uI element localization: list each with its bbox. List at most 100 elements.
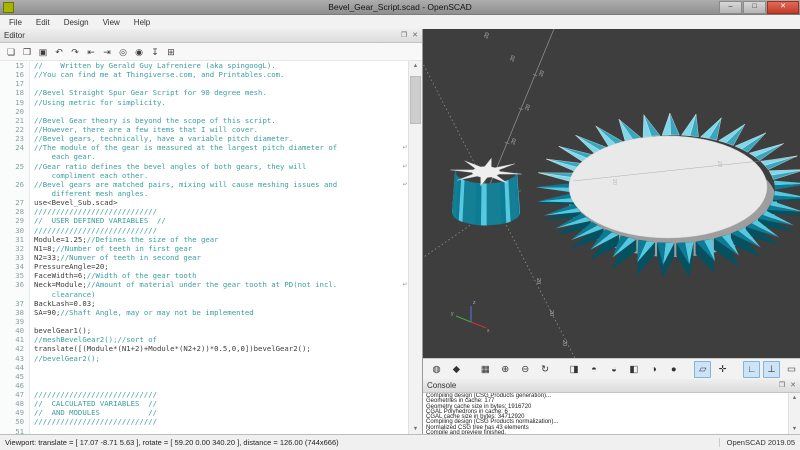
viewport-status-text: Viewport: translate = [ 17.07 -8.71 5.63… (5, 438, 339, 447)
line-number: 16 (0, 70, 30, 79)
new-file-icon[interactable]: ❏ (4, 45, 18, 59)
code-row: 20 (0, 107, 409, 116)
console-panel: Console ❐ ✕ ▲ ▼ Compiling design (CSG Pr… (423, 379, 800, 435)
export-stl-icon[interactable]: ↧ (148, 45, 162, 59)
code-row: 15// Written by Gerald Guy Lafreniere (a… (0, 61, 409, 70)
code-row: 46 (0, 381, 409, 390)
code-row: 24//The module of the gear is measured a… (0, 143, 409, 152)
view-bottom-icon[interactable]: ◒ (606, 361, 623, 378)
indent-icon[interactable]: ⇥ (100, 45, 114, 59)
code-editor[interactable]: 15// Written by Gerald Guy Lafreniere (a… (0, 61, 422, 435)
zoom-in-icon[interactable]: ⊕ (497, 361, 514, 378)
code-row: 48// CALCULATED VARIABLES // (0, 399, 409, 408)
line-number: 37 (0, 299, 30, 308)
view-right-icon[interactable]: ◨ (566, 361, 583, 378)
editor-close-icon[interactable]: ✕ (412, 30, 418, 41)
code-row: 40bevelGear1(); (0, 326, 409, 335)
console-body: ▲ ▼ Compiling design (CSG Products gener… (423, 393, 800, 435)
code-row: 41//meshBevelGear2();//sort of (0, 335, 409, 344)
status-bar: Viewport: translate = [ 17.07 -8.71 5.63… (0, 434, 800, 450)
preview-icon[interactable]: ◍ (428, 361, 445, 378)
show-crosshairs-icon[interactable]: ✛ (714, 361, 731, 378)
console-scrollbar[interactable]: ▲ ▼ (788, 393, 800, 435)
close-button[interactable]: ✕ (767, 1, 799, 14)
code-row: each gear. (0, 152, 409, 161)
line-number: 45 (0, 372, 30, 381)
save-file-icon[interactable]: ▣ (36, 45, 50, 59)
line-number: 24 (0, 143, 30, 152)
console-scroll-up-icon[interactable]: ▲ (789, 393, 800, 404)
maximize-button[interactable]: □ (743, 1, 766, 14)
view-left-icon[interactable]: ◧ (625, 361, 642, 378)
line-number: 42 (0, 344, 30, 353)
line-number: 17 (0, 79, 30, 88)
line-number: 30 (0, 226, 30, 235)
code-row: 18//Bevel Straight Spur Gear Script for … (0, 88, 409, 97)
line-number: 29 (0, 216, 30, 225)
wrap-marker-icon: ↩ (403, 162, 407, 171)
editor-panel-title: Editor (4, 31, 25, 40)
code-row: 50//////////////////////////// (0, 417, 409, 426)
render-icon[interactable]: ◆ (448, 361, 465, 378)
menu-edit[interactable]: Edit (29, 17, 57, 28)
show-edges-icon[interactable]: ▱ (694, 361, 711, 378)
render-icon[interactable]: ◉ (132, 45, 146, 59)
view-back-icon[interactable]: ● (665, 361, 682, 378)
menu-view[interactable]: View (96, 17, 127, 28)
menu-help[interactable]: Help (127, 17, 157, 28)
line-number: 36 (0, 280, 30, 289)
editor-float-icon[interactable]: ❐ (401, 30, 407, 41)
view-front-icon[interactable]: ◑ (645, 361, 662, 378)
code-row: 17 (0, 79, 409, 88)
console-close-icon[interactable]: ✕ (790, 380, 796, 391)
line-number: 18 (0, 88, 30, 97)
zoom-out-icon[interactable]: ⊖ (517, 361, 534, 378)
openscad-window: Bevel_Gear_Script.scad - OpenSCAD – □ ✕ … (0, 0, 800, 450)
line-number: 25 (0, 162, 30, 171)
send-to-printer-icon[interactable]: ⊞ (164, 45, 178, 59)
window-title: Bevel_Gear_Script.scad - OpenSCAD (0, 2, 800, 12)
code-row: 22//However, there are a few items that … (0, 125, 409, 134)
editor-panel: Editor ❐ ✕ ❏❒▣↶↷⇤⇥◎◉↧⊞ 15// Written by G… (0, 29, 423, 435)
code-row: clearance) (0, 290, 409, 299)
preview-3d-icon[interactable]: ◎ (116, 45, 130, 59)
view-top-icon[interactable]: ◓ (586, 361, 603, 378)
redo-icon[interactable]: ↷ (68, 45, 82, 59)
show-axes-icon[interactable]: ∟ (743, 361, 760, 378)
orthogonal-view-icon[interactable]: ▭ (783, 361, 800, 378)
unindent-icon[interactable]: ⇤ (84, 45, 98, 59)
minimize-button[interactable]: – (719, 1, 742, 14)
code-row: 33N2=33;//Numver of teeth in second gear (0, 253, 409, 262)
svg-text:20: 20 (535, 278, 541, 284)
scroll-up-icon[interactable]: ▲ (409, 61, 422, 72)
version-text: OpenSCAD 2019.05 (719, 438, 795, 447)
code-row: 35FaceWidth=6;//Width of the gear tooth (0, 271, 409, 280)
line-number: 31 (0, 235, 30, 244)
line-number: 34 (0, 262, 30, 271)
line-number: 32 (0, 244, 30, 253)
wrap-marker-icon: ↩ (403, 180, 407, 189)
editor-scrollbar-thumb[interactable] (410, 76, 421, 124)
svg-text:20: 20 (548, 310, 554, 316)
code-row: 21//Bevel Gear theory is beyond the scop… (0, 116, 409, 125)
title-bar[interactable]: Bevel_Gear_Script.scad - OpenSCAD – □ ✕ (0, 0, 800, 15)
line-number: 44 (0, 363, 30, 372)
code-row: different mesh angles. (0, 189, 409, 198)
open-file-icon[interactable]: ❒ (20, 45, 34, 59)
show-scale-markers-icon[interactable]: ⊥ (763, 361, 780, 378)
line-number (0, 189, 30, 198)
undo-icon[interactable]: ↶ (52, 45, 66, 59)
line-number: 19 (0, 98, 30, 107)
viewport-3d[interactable]: 20202020202020202020zxy (423, 29, 800, 358)
line-number: 20 (0, 107, 30, 116)
menu-design[interactable]: Design (57, 17, 96, 28)
console-float-icon[interactable]: ❐ (779, 380, 785, 391)
code-row: 37BackLash=0.03; (0, 299, 409, 308)
console-panel-title: Console (427, 381, 456, 390)
code-area[interactable]: 15// Written by Gerald Guy Lafreniere (a… (0, 61, 409, 435)
editor-scrollbar[interactable]: ▲ ▼ (408, 61, 422, 435)
code-row: 38SA=90;//Shaft Angle, may or may not be… (0, 308, 409, 317)
view-all-icon[interactable]: ▦ (477, 361, 494, 378)
reset-view-icon[interactable]: ↻ (537, 361, 554, 378)
menu-file[interactable]: File (2, 17, 29, 28)
